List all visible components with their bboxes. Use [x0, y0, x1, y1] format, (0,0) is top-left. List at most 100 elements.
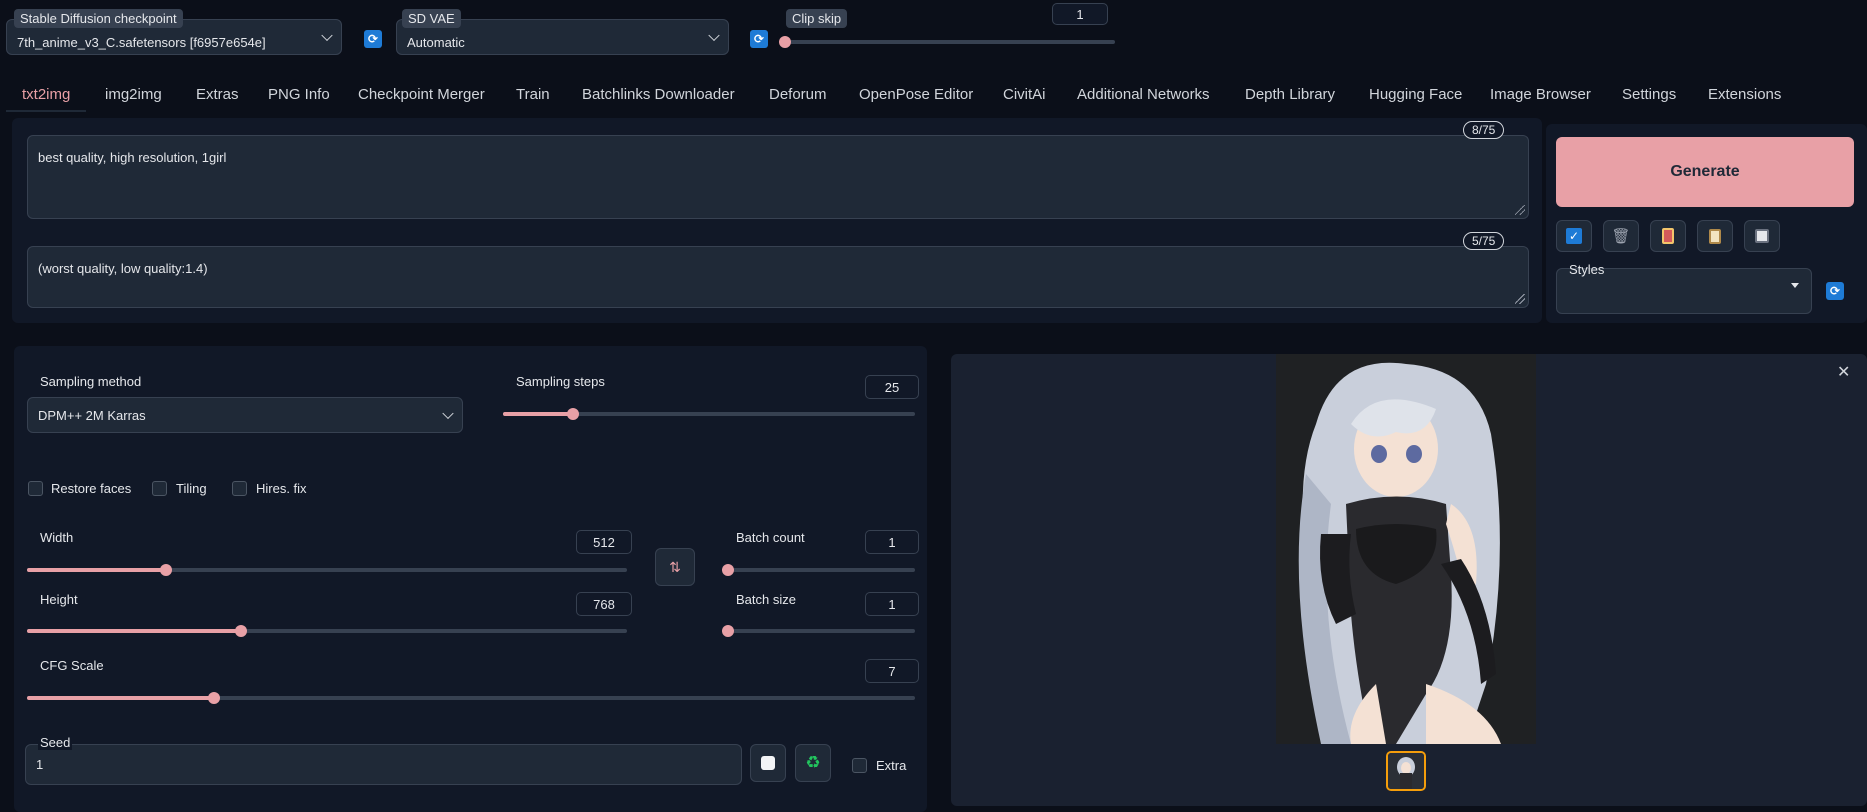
tab-png-info[interactable]: PNG Info	[268, 86, 330, 108]
swap-dimensions-button[interactable]: ⇅	[655, 548, 695, 586]
gallery-thumbnail[interactable]	[1386, 751, 1426, 791]
batch-size-label: Batch size	[736, 592, 796, 607]
batch-count-label: Batch count	[736, 530, 805, 545]
batch-count-input[interactable]: 1	[865, 530, 919, 554]
batch-count-thumb[interactable]	[722, 564, 734, 576]
thumbnail-image	[1388, 753, 1424, 789]
tab-hugging-face[interactable]: Hugging Face	[1369, 86, 1462, 108]
chevron-down-icon	[442, 407, 454, 420]
cfg-scale-input[interactable]: 7	[865, 659, 919, 683]
resize-grip-icon[interactable]	[1515, 205, 1525, 215]
height-label: Height	[40, 592, 78, 607]
show-extra-networks-button[interactable]	[1650, 220, 1686, 252]
hires-fix-label: Hires. fix	[256, 481, 307, 496]
width-slider[interactable]	[27, 564, 627, 576]
sampling-steps-slider[interactable]	[503, 408, 915, 420]
sampling-steps-input[interactable]: 25	[865, 375, 919, 399]
tab-train[interactable]: Train	[516, 86, 550, 108]
clipboard-icon	[1709, 228, 1721, 244]
clip-skip-label: Clip skip	[786, 9, 848, 28]
batch-size-thumb[interactable]	[722, 625, 734, 637]
dropdown-caret-icon	[1791, 283, 1799, 288]
negative-prompt-textarea[interactable]: (worst quality, low quality:1.4)	[27, 246, 1529, 308]
negative-prompt-text: (worst quality, low quality:1.4)	[38, 261, 208, 276]
height-input[interactable]: 768	[576, 592, 632, 616]
tiling-label: Tiling	[176, 481, 207, 496]
dice-icon	[761, 756, 775, 770]
generated-image[interactable]	[1276, 354, 1536, 744]
close-icon[interactable]: ✕	[1837, 362, 1850, 382]
tab-openpose-editor[interactable]: OpenPose Editor	[859, 86, 973, 108]
prompt-token-counter: 8/75	[1463, 121, 1505, 139]
chevron-down-icon	[321, 29, 333, 42]
picture-card-icon	[1662, 228, 1674, 244]
checkbox-arrow-icon: ✓	[1566, 228, 1582, 244]
negative-prompt-token-counter: 5/75	[1463, 232, 1505, 250]
tab-image-browser[interactable]: Image Browser	[1490, 86, 1591, 108]
tab-extras[interactable]: Extras	[196, 86, 239, 108]
vae-value: Automatic	[407, 34, 465, 50]
prompt-text: best quality, high resolution, 1girl	[38, 150, 227, 165]
tab-settings[interactable]: Settings	[1622, 86, 1676, 108]
cfg-scale-thumb[interactable]	[208, 692, 220, 704]
tab-txt2img[interactable]: txt2img	[22, 86, 70, 108]
tab-extensions[interactable]: Extensions	[1708, 86, 1781, 108]
refresh-styles-icon[interactable]: ⟳	[1826, 282, 1844, 300]
sampling-method-value: DPM++ 2M Karras	[38, 407, 146, 423]
batch-count-slider[interactable]	[722, 564, 915, 576]
restore-faces-label: Restore faces	[51, 481, 132, 496]
reuse-seed-button[interactable]: ♻	[795, 744, 831, 782]
checkpoint-label: Stable Diffusion checkpoint	[14, 9, 183, 28]
restore-faces-checkbox[interactable]	[28, 481, 43, 496]
tab-active-indicator	[6, 110, 86, 112]
tab-img2img[interactable]: img2img	[105, 86, 162, 108]
tab-checkpoint-merger[interactable]: Checkpoint Merger	[358, 86, 485, 108]
hires-fix-checkbox[interactable]	[232, 481, 247, 496]
anime-girl-illustration	[1276, 354, 1536, 744]
random-seed-button[interactable]	[750, 744, 786, 782]
styles-label: Styles	[1569, 262, 1605, 277]
width-input[interactable]: 512	[576, 530, 632, 554]
seed-value: 1	[36, 757, 44, 772]
refresh-vae-icon[interactable]: ⟳	[750, 30, 768, 48]
batch-size-input[interactable]: 1	[865, 592, 919, 616]
clip-skip-slider[interactable]	[779, 36, 1115, 48]
chevron-down-icon	[708, 29, 720, 42]
tab-additional-networks[interactable]: Additional Networks	[1077, 86, 1210, 108]
clip-skip-thumb[interactable]	[779, 36, 791, 48]
tab-civitai[interactable]: CivitAi	[1003, 86, 1046, 108]
cfg-scale-slider[interactable]	[27, 692, 915, 704]
apply-styles-button[interactable]	[1697, 220, 1733, 252]
clear-prompt-button[interactable]: 🗑	[1603, 220, 1639, 252]
height-slider[interactable]	[27, 625, 627, 637]
sampling-steps-label: Sampling steps	[516, 374, 605, 389]
width-label: Width	[40, 530, 74, 545]
tab-batchlinks-downloader[interactable]: Batchlinks Downloader	[582, 86, 735, 108]
cfg-scale-label: CFG Scale	[40, 658, 104, 673]
tab-deforum[interactable]: Deforum	[769, 86, 827, 108]
height-thumb[interactable]	[235, 625, 247, 637]
generate-label: Generate	[1670, 163, 1740, 180]
trash-icon: 🗑	[1611, 228, 1631, 245]
refresh-checkpoint-icon[interactable]: ⟳	[364, 30, 382, 48]
floppy-disk-icon	[1755, 229, 1769, 243]
resize-grip-icon[interactable]	[1515, 294, 1525, 304]
tab-depth-library[interactable]: Depth Library	[1245, 86, 1335, 108]
seed-input[interactable]: 1	[25, 744, 742, 785]
sampling-steps-thumb[interactable]	[567, 408, 579, 420]
save-style-button[interactable]	[1744, 220, 1780, 252]
width-thumb[interactable]	[160, 564, 172, 576]
prompt-textarea[interactable]: best quality, high resolution, 1girl	[27, 135, 1529, 219]
swap-arrows-icon: ⇅	[669, 558, 681, 575]
clip-skip-input[interactable]: 1	[1052, 3, 1108, 25]
batch-size-slider[interactable]	[722, 625, 915, 637]
extra-seed-checkbox[interactable]	[852, 758, 867, 773]
tiling-checkbox[interactable]	[152, 481, 167, 496]
vae-label: SD VAE	[402, 9, 461, 28]
checkpoint-value: 7th_anime_v3_C.safetensors [f6957e654e]	[17, 34, 266, 50]
seed-label: Seed	[38, 735, 73, 750]
generate-button[interactable]: Generate	[1556, 137, 1854, 207]
paste-params-button[interactable]: ✓	[1556, 220, 1592, 252]
recycle-icon: ♻	[805, 753, 821, 772]
sampling-method-select[interactable]: DPM++ 2M Karras	[27, 397, 463, 433]
